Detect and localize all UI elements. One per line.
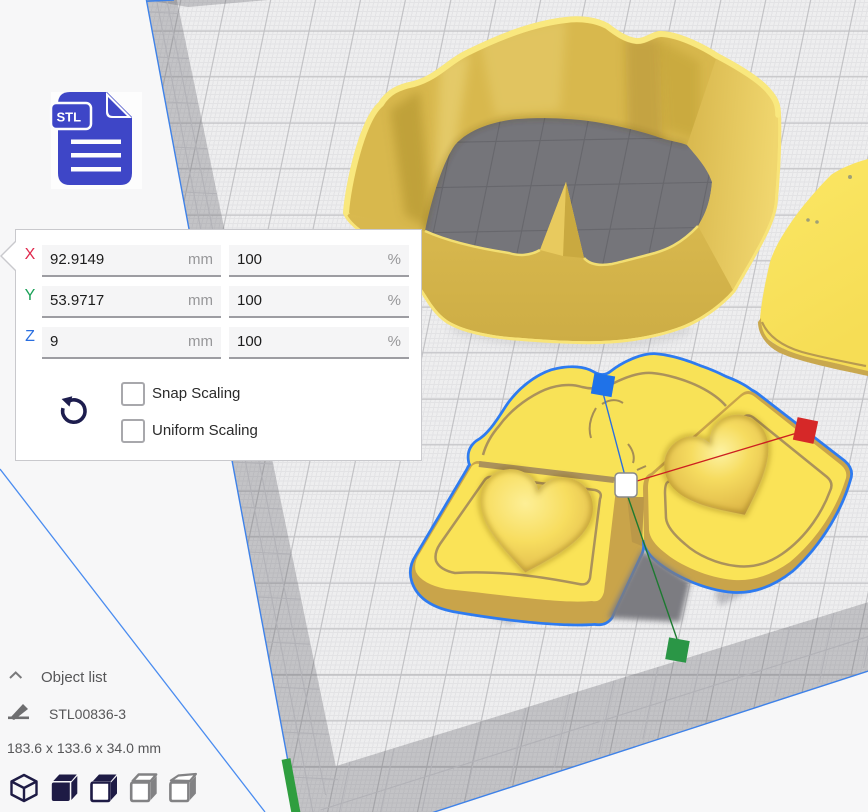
svg-text:STL: STL (57, 110, 82, 125)
